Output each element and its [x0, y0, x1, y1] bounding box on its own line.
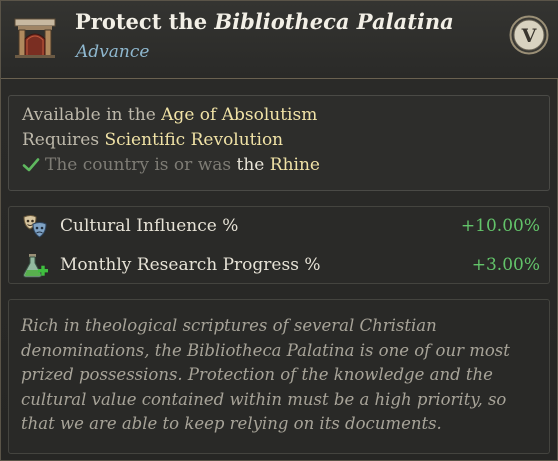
- age-link[interactable]: Age of Absolutism: [161, 105, 317, 125]
- advance-tooltip: Protect the Bibliotheca Palatina Advance…: [0, 0, 558, 461]
- description-box: Rich in theological scriptures of severa…: [8, 299, 550, 454]
- advance-subtitle: Advance: [76, 42, 150, 62]
- gate-icon: [14, 18, 56, 58]
- flavor-text: Rich in theological scriptures of severa…: [21, 316, 510, 434]
- modifier-row: Cultural Influence % +10.00%: [9, 211, 549, 243]
- condition-line: The country is or was the Rhine: [45, 155, 320, 175]
- age-badge: V: [509, 15, 549, 55]
- availability-line: Available in the Age of Absolutism: [22, 105, 318, 125]
- modifier-row: Monthly Research Progress % +3.00%: [9, 250, 549, 282]
- checkmark-icon: [22, 158, 40, 172]
- modifier-value: +3.00%: [471, 255, 540, 275]
- age-badge-label: V: [521, 25, 538, 47]
- modifier-label: Cultural Influence %: [60, 216, 239, 236]
- requirements-box: Available in the Age of Absolutism Requi…: [8, 95, 550, 191]
- requires-line: Requires Scientific Revolution: [22, 130, 284, 150]
- modifier-value: +10.00%: [460, 216, 540, 236]
- page-title: Protect the Bibliotheca Palatina: [75, 9, 454, 34]
- modifiers-box: Cultural Influence % +10.00% Monthly Res…: [8, 206, 550, 284]
- flask-plus-icon: [23, 254, 48, 278]
- condition-link[interactable]: Rhine: [270, 155, 320, 175]
- masks-icon: [23, 215, 47, 238]
- modifier-label: Monthly Research Progress %: [60, 255, 321, 275]
- tooltip-header: Protect the Bibliotheca Palatina Advance…: [1, 1, 558, 79]
- requires-link[interactable]: Scientific Revolution: [104, 130, 283, 150]
